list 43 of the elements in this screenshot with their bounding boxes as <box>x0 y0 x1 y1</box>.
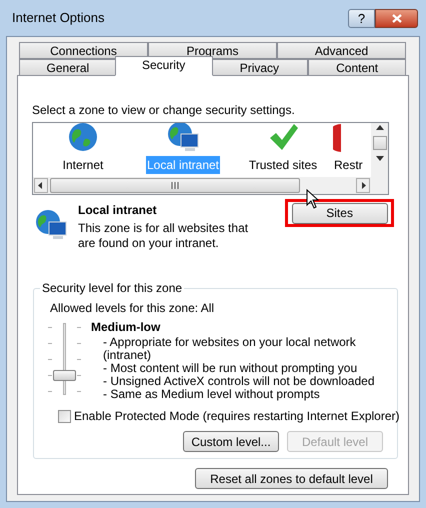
allowed-levels-label: Allowed levels for this zone: All <box>50 300 216 317</box>
group-legend: Security level for this zone <box>40 281 184 295</box>
custom-level-button[interactable]: Custom level... <box>183 431 279 452</box>
slider-thumb[interactable] <box>53 370 76 381</box>
close-button[interactable] <box>375 8 418 28</box>
tab[interactable]: Programs <box>148 42 277 59</box>
globe-monitor-icon <box>166 123 200 153</box>
tab[interactable]: Privacy <box>210 59 308 76</box>
tab[interactable]: Security <box>114 56 212 76</box>
globe-monitor-icon <box>34 209 68 241</box>
sites-button[interactable]: Sites <box>292 202 388 224</box>
tab[interactable]: Content <box>308 59 406 76</box>
scroll-up-icon <box>376 125 384 130</box>
level-description-line: - Unsigned ActiveX controls will not be downloaded <box>103 375 374 388</box>
help-button[interactable]: ? <box>348 8 375 28</box>
horizontal-scrollbar[interactable] <box>33 177 371 194</box>
zone-title: Local intranet <box>78 202 158 219</box>
level-name: Medium-low <box>91 321 162 334</box>
scrollbar-thumb[interactable] <box>372 136 386 150</box>
vertical-scrollbar[interactable] <box>371 123 388 194</box>
zone-item[interactable]: Trusted sites <box>233 123 333 174</box>
grip-icon <box>171 182 179 189</box>
level-description-line: - Most content will be run without prompting you <box>103 362 358 375</box>
zone-item[interactable]: Internet <box>33 123 133 174</box>
scroll-left-icon <box>34 178 48 193</box>
reset-button[interactable]: Reset all zones to default level <box>195 468 388 489</box>
tab[interactable]: General <box>19 59 117 76</box>
checkbox[interactable] <box>58 410 71 422</box>
zone-prompt: Select a zone to view or change security settings. <box>32 102 296 119</box>
level-description-line: (intranet) <box>103 349 152 362</box>
scroll-down-icon <box>376 156 384 161</box>
checkbox-label: Enable Protected Mode (requires restarting Internet Explorer) <box>74 408 400 425</box>
level-description-line: - Appropriate for websites on your local network <box>103 336 357 349</box>
tab[interactable]: Advanced <box>277 42 406 59</box>
scroll-right-icon <box>356 178 370 193</box>
mouse-pointer-icon <box>306 189 319 209</box>
window-title: Internet Options <box>12 9 104 28</box>
globe-icon <box>67 123 99 153</box>
level-description-line: - Same as Medium level without prompts <box>103 388 321 401</box>
zone-description: This zone is for all websites that are found on your intranet. <box>78 221 250 251</box>
tab[interactable]: Connections <box>19 42 148 59</box>
zone-item[interactable]: Restr <box>333 123 364 174</box>
close-icon <box>392 14 402 22</box>
